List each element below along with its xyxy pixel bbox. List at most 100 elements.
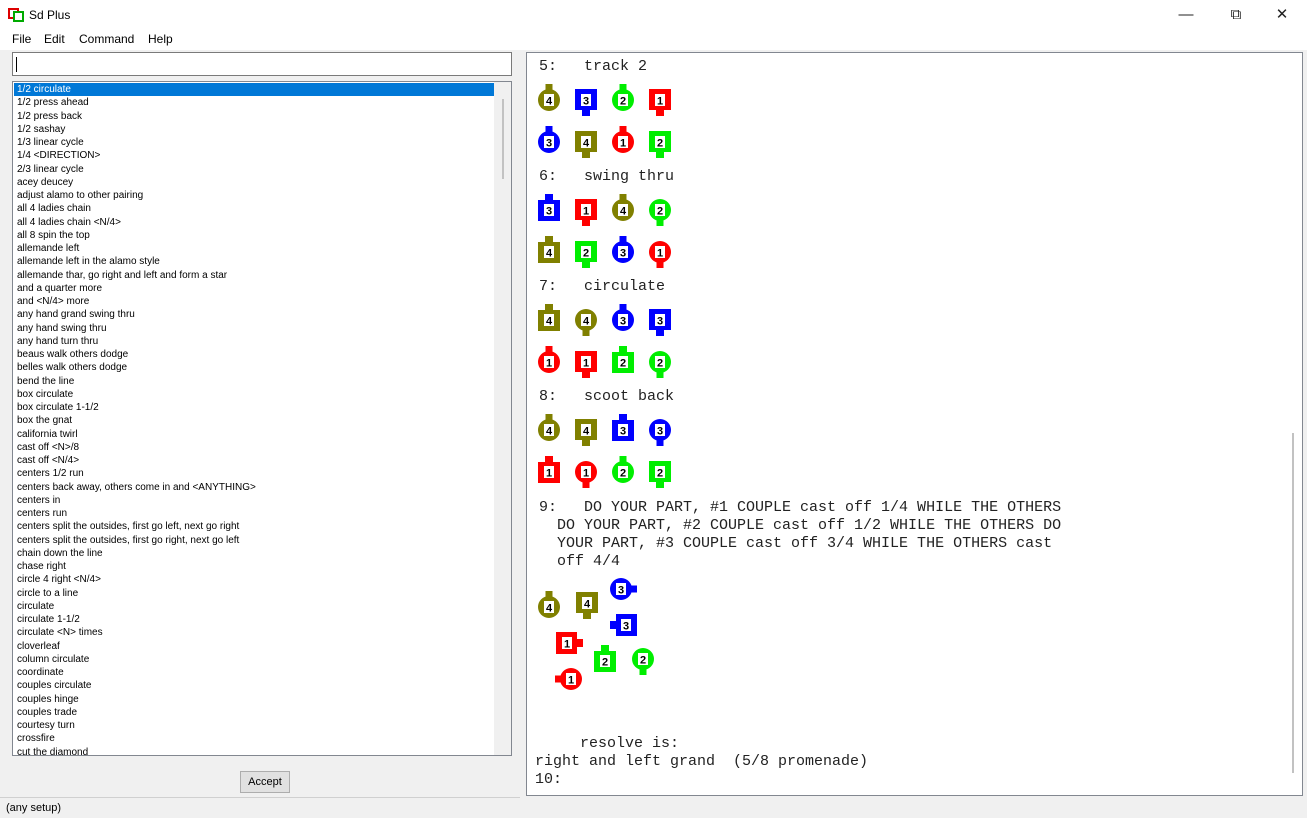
svg-text:1: 1 xyxy=(568,675,574,687)
dancer-girl-3-icon: 3 xyxy=(612,304,634,331)
menu-file[interactable]: File xyxy=(12,32,31,46)
call-list-item[interactable]: any hand turn thru xyxy=(14,335,495,348)
call-list-item[interactable]: centers run xyxy=(14,507,495,520)
call-list-item[interactable]: centers split the outsides, first go rig… xyxy=(14,534,495,547)
dancer-girl-3-icon: 3 xyxy=(649,419,671,446)
call-list-item[interactable]: centers in xyxy=(14,494,495,507)
svg-text:1: 1 xyxy=(583,468,589,480)
call-list-item[interactable]: and a quarter more xyxy=(14,282,495,295)
svg-text:2: 2 xyxy=(657,138,663,150)
call-list-item[interactable]: cloverleaf xyxy=(14,640,495,653)
call-list-item[interactable]: circulate xyxy=(14,600,495,613)
svg-text:1: 1 xyxy=(620,138,626,150)
call-list-scroll-thumb[interactable] xyxy=(502,99,504,179)
step-9-line: YOUR PART, #3 COUPLE cast off 3/4 WHILE … xyxy=(539,535,1053,552)
call-list-item[interactable]: cut the diamond xyxy=(14,746,495,756)
call-list-item[interactable]: and <N/4> more xyxy=(14,295,495,308)
menu-edit[interactable]: Edit xyxy=(44,32,65,46)
transcript-pane[interactable]: 5: track 2 4 3 2 1 3 4 1 2 6: swing thru 3 1 4 2 4 2 3 1 7… xyxy=(526,52,1303,796)
call-list-item[interactable]: all 8 spin the top xyxy=(14,229,495,242)
svg-text:2: 2 xyxy=(657,206,663,218)
dancer-boy-2-icon: 2 xyxy=(575,241,597,268)
command-input[interactable] xyxy=(12,52,512,76)
call-list-item[interactable]: acey deucey xyxy=(14,176,495,189)
dancer-girl-2-icon: 2 xyxy=(612,456,634,483)
call-list-item[interactable]: allemande left in the alamo style xyxy=(14,255,495,268)
call-list-item[interactable]: couples trade xyxy=(14,706,495,719)
call-list-item[interactable]: beaus walk others dodge xyxy=(14,348,495,361)
close-button[interactable]: ✕ xyxy=(1259,0,1305,30)
dancer-boy-2-icon: 2 xyxy=(649,461,671,488)
call-list-item[interactable]: crossfire xyxy=(14,732,495,745)
call-list-item[interactable]: any hand swing thru xyxy=(14,322,495,335)
dancer-boy-3-icon: 3 xyxy=(575,89,597,116)
call-list-item[interactable]: belles walk others dodge xyxy=(14,361,495,374)
call-list-item[interactable]: couples circulate xyxy=(14,679,495,692)
menu-command[interactable]: Command xyxy=(79,32,134,46)
call-list-item[interactable]: centers back away, others come in and <A… xyxy=(14,481,495,494)
svg-text:4: 4 xyxy=(584,599,591,611)
dancer-girl-1-icon: 1 xyxy=(538,346,560,373)
call-list-item[interactable]: 2/3 linear cycle xyxy=(14,163,495,176)
call-list-item[interactable]: adjust alamo to other pairing xyxy=(14,189,495,202)
call-list-item[interactable]: any hand grand swing thru xyxy=(14,308,495,321)
call-list-item[interactable]: 1/2 press ahead xyxy=(14,96,495,109)
restore-button[interactable]: ⧉ xyxy=(1213,0,1259,30)
call-list-item[interactable]: allemande left xyxy=(14,242,495,255)
svg-text:1: 1 xyxy=(546,358,552,370)
formation-diagram: 4 4 3 3 1 1 2 2 xyxy=(538,304,671,378)
svg-text:4: 4 xyxy=(583,138,590,150)
svg-text:4: 4 xyxy=(546,426,553,438)
call-list-item[interactable]: box circulate 1-1/2 xyxy=(14,401,495,414)
call-list-item[interactable]: 1/3 linear cycle xyxy=(14,136,495,149)
menu-help[interactable]: Help xyxy=(148,32,173,46)
call-list-item[interactable]: box circulate xyxy=(14,388,495,401)
transcript-scrollbar[interactable] xyxy=(1284,53,1301,795)
svg-text:3: 3 xyxy=(620,248,626,260)
call-list-item[interactable]: centers 1/2 run xyxy=(14,467,495,480)
call-list-item[interactable]: chain down the line xyxy=(14,547,495,560)
svg-text:1: 1 xyxy=(564,639,570,651)
step-9-line: DO YOUR PART, #2 COUPLE cast off 1/2 WHI… xyxy=(539,517,1062,534)
call-list-item[interactable]: allemande thar, go right and left and fo… xyxy=(14,269,495,282)
svg-text:3: 3 xyxy=(546,206,552,218)
call-list-item[interactable]: california twirl xyxy=(14,428,495,441)
call-list-item[interactable]: cast off <N/4> xyxy=(14,454,495,467)
svg-text:3: 3 xyxy=(623,621,629,633)
call-list-item[interactable]: circulate 1-1/2 xyxy=(14,613,495,626)
call-list-item[interactable]: centers split the outsides, first go lef… xyxy=(14,520,495,533)
resolve-label: resolve is: xyxy=(535,735,680,752)
call-list-item[interactable]: all 4 ladies chain <N/4> xyxy=(14,216,495,229)
call-list[interactable]: 1/2 circulate 1/2 press ahead 1/2 press ba… xyxy=(12,81,512,756)
minimize-button[interactable]: — xyxy=(1163,0,1209,30)
dancer-girl-2-icon: 2 xyxy=(649,199,671,226)
transcript-scroll-thumb[interactable] xyxy=(1292,433,1294,773)
call-list-item[interactable]: 1/2 press back xyxy=(14,110,495,123)
call-list-item[interactable]: bend the line xyxy=(14,375,495,388)
call-list-item[interactable]: all 4 ladies chain xyxy=(14,202,495,215)
dancer-boy-4-icon: 4 xyxy=(538,236,560,263)
call-list-item[interactable]: column circulate xyxy=(14,653,495,666)
svg-text:2: 2 xyxy=(583,248,589,260)
call-list-item[interactable]: couples hinge xyxy=(14,693,495,706)
call-list-scrollbar[interactable] xyxy=(494,82,511,755)
call-list-item[interactable]: chase right xyxy=(14,560,495,573)
svg-text:3: 3 xyxy=(657,426,663,438)
formation-diagram: 3 4 4 3 1 2 2 1 xyxy=(538,578,654,690)
call-list-item[interactable]: 1/2 sashay xyxy=(14,123,495,136)
call-list-item[interactable]: circulate <N> times xyxy=(14,626,495,639)
dancer-girl-2-icon: 2 xyxy=(612,84,634,111)
status-text: (any setup) xyxy=(6,802,62,814)
call-list-item[interactable]: box the gnat xyxy=(14,414,495,427)
call-list-item[interactable]: circle 4 right <N/4> xyxy=(14,573,495,586)
call-list-item[interactable]: cast off <N>/8 xyxy=(14,441,495,454)
dancer-girl-2-icon: 2 xyxy=(649,351,671,378)
call-list-item[interactable]: courtesy turn xyxy=(14,719,495,732)
call-list-item[interactable]: coordinate xyxy=(14,666,495,679)
svg-text:3: 3 xyxy=(620,316,626,328)
svg-text:2: 2 xyxy=(657,468,663,480)
call-list-item[interactable]: 1/2 circulate xyxy=(14,83,495,97)
call-list-item[interactable]: 1/4 <DIRECTION> xyxy=(14,149,495,162)
accept-button[interactable]: Accept xyxy=(240,771,290,793)
call-list-item[interactable]: circle to a line xyxy=(14,587,495,600)
